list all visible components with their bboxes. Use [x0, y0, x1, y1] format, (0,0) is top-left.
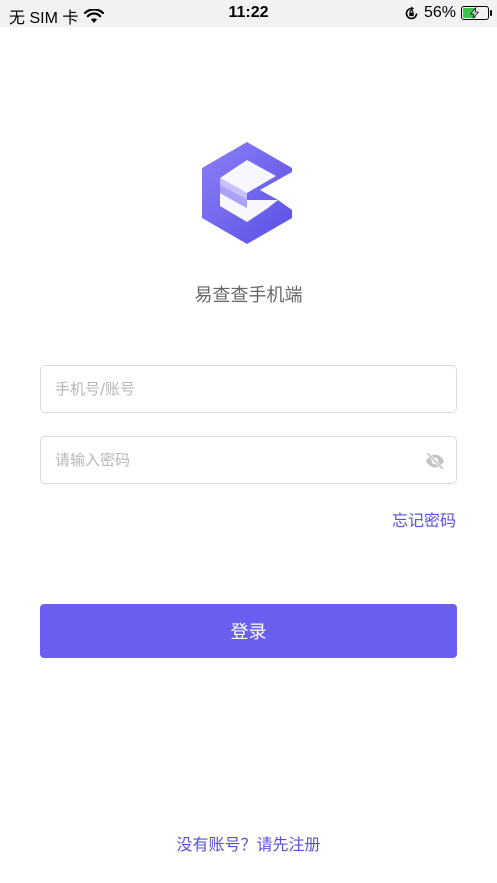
account-input[interactable] [55, 380, 442, 398]
password-field[interactable] [40, 436, 457, 484]
battery-icon [461, 6, 492, 20]
battery-percent: 56% [423, 4, 456, 21]
register-link[interactable]: 没有账号？请先注册 [176, 835, 320, 854]
eye-off-icon[interactable] [424, 450, 446, 472]
charging-bolt-icon [469, 7, 480, 19]
password-input[interactable] [55, 451, 442, 469]
register-prompt: 没有账号？请先注册 [0, 831, 497, 855]
forgot-password-link[interactable]: 忘记密码 [392, 507, 456, 531]
status-bar: 无 SIM 卡 11:22 56% [0, 0, 497, 27]
app-name: 易查查手机端 [194, 285, 303, 306]
orientation-lock-icon [405, 6, 418, 19]
login-button[interactable]: 登录 [40, 604, 457, 658]
account-field[interactable] [40, 365, 457, 413]
login-screen: 无 SIM 卡 11:22 56% 易查查手机端 手机号/账号 忘记密码 登录 … [0, 0, 497, 883]
e-hexagon-logo-icon [202, 142, 292, 244]
status-right: 56% [404, 4, 492, 22]
